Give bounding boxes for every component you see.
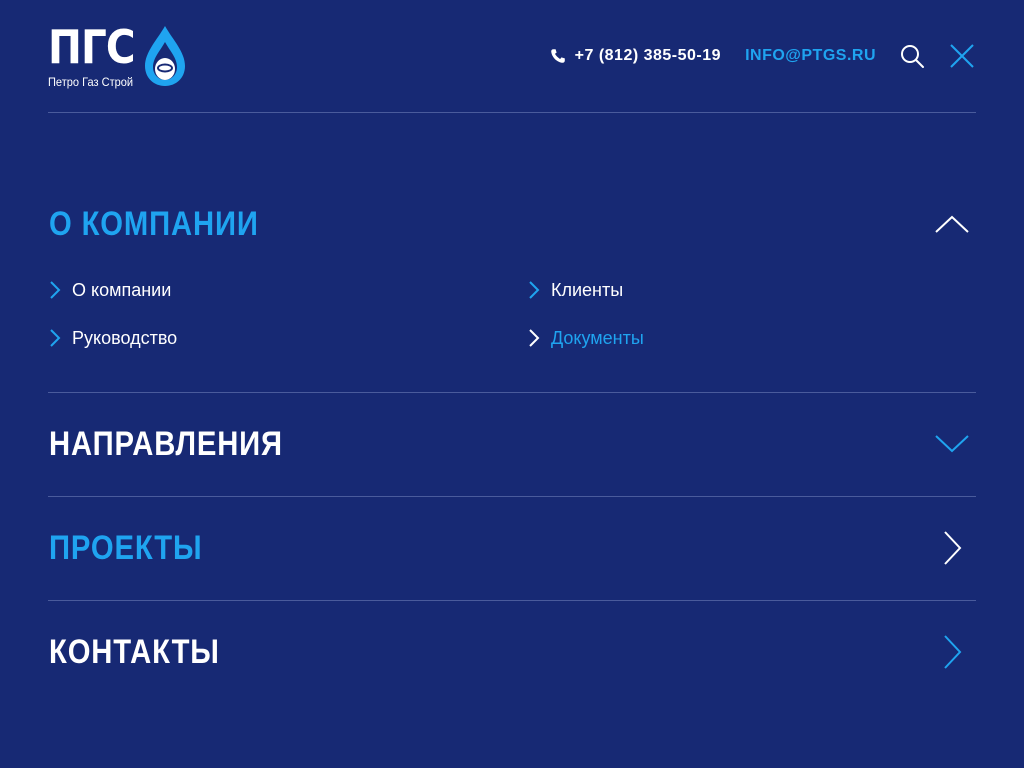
menu-section-projects[interactable]: ПРОЕКТЫ	[49, 528, 202, 568]
menu-section-contacts[interactable]: КОНТАКТЫ	[49, 632, 220, 672]
close-icon	[950, 44, 974, 68]
close-menu-button[interactable]	[948, 42, 976, 70]
gas-flame-drop-icon	[145, 26, 185, 86]
section-divider	[48, 600, 976, 601]
submenu-item-clients[interactable]: Клиенты	[527, 278, 623, 302]
menu-section-about[interactable]: О КОМПАНИИ	[49, 204, 259, 244]
submenu-item-about-company[interactable]: О компании	[48, 278, 171, 302]
projects-arrow-button[interactable]	[932, 528, 972, 568]
chevron-right-icon	[529, 329, 540, 347]
header-contacts: +7 (812) 385-50-19 INFO@PTGS.RU	[550, 40, 976, 72]
expand-directions-button[interactable]	[932, 424, 972, 464]
chevron-up-icon	[935, 215, 969, 233]
submenu-item-documents[interactable]: Документы	[527, 326, 644, 350]
submenu-item-label: Документы	[551, 327, 644, 348]
header: ПГС Петро Газ Строй +7 (812) 385-50-19 I…	[48, 0, 976, 113]
contacts-arrow-button[interactable]	[932, 632, 972, 672]
submenu-item-label: О компании	[72, 279, 172, 300]
header-divider	[48, 112, 976, 113]
phone-link[interactable]: +7 (812) 385-50-19	[550, 47, 721, 65]
logo-mark: ПГС	[48, 20, 136, 74]
submenu-item-label: Клиенты	[551, 279, 624, 300]
chevron-right-icon	[944, 531, 962, 565]
phone-number: +7 (812) 385-50-19	[574, 47, 722, 64]
search-button[interactable]	[898, 42, 926, 70]
chevron-right-icon	[50, 281, 61, 299]
menu-section-directions[interactable]: НАПРАВЛЕНИЯ	[49, 424, 283, 464]
chevron-right-icon	[529, 281, 540, 299]
submenu-item-management[interactable]: Руководство	[48, 326, 177, 350]
chevron-down-icon	[935, 435, 969, 453]
phone-icon	[550, 49, 565, 63]
section-divider	[48, 496, 976, 497]
chevron-right-icon	[944, 635, 962, 669]
logo-subtitle: Петро Газ Строй	[48, 75, 134, 89]
chevron-right-icon	[50, 329, 61, 347]
email-link[interactable]: INFO@PTGS.RU	[745, 47, 876, 65]
submenu-item-label: Руководство	[72, 327, 178, 348]
search-icon	[901, 45, 924, 68]
menu-overlay: ПГС Петро Газ Строй +7 (812) 385-50-19 I…	[0, 0, 1024, 768]
logo[interactable]: ПГС Петро Газ Строй	[48, 22, 188, 92]
collapse-about-button[interactable]	[932, 204, 972, 244]
section-divider	[48, 392, 976, 393]
